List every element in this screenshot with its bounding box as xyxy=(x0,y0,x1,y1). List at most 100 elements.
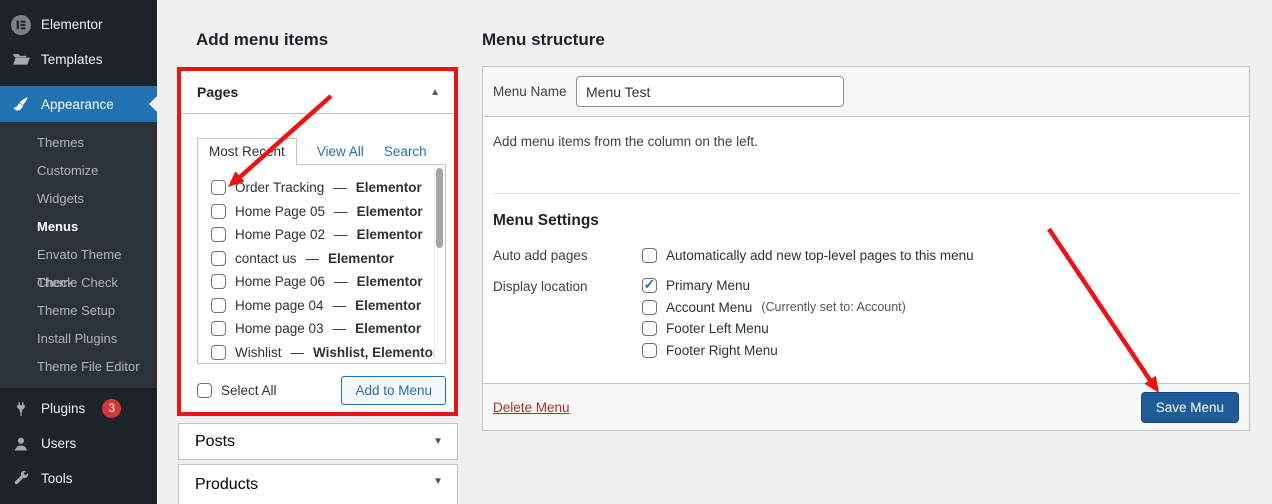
sidebar-item-elementor[interactable]: Elementor xyxy=(0,7,157,42)
add-menu-items-title: Add menu items xyxy=(196,30,328,50)
appearance-submenu-item[interactable]: Customize xyxy=(0,157,157,185)
sidebar-item-label: Templates xyxy=(41,52,103,67)
page-checkbox[interactable] xyxy=(211,251,226,266)
location-footer-left-menu: Footer Left Menu xyxy=(642,321,906,336)
location-label: Account Menu xyxy=(666,300,752,315)
pages-panel-title: Pages xyxy=(197,84,238,100)
users-person-icon xyxy=(11,434,31,454)
page-list-item: Home Page 02 — Elementor xyxy=(198,223,445,247)
account-menu-checkbox[interactable] xyxy=(642,300,657,315)
sidebar-item-label: Elementor xyxy=(41,17,103,32)
page-checkbox[interactable] xyxy=(211,180,226,195)
page-title: Home page 04 xyxy=(235,298,324,313)
appearance-submenu-item[interactable]: Theme Check xyxy=(0,269,157,297)
page-checkbox[interactable] xyxy=(211,204,226,219)
page-list-item: Wishlist — Wishlist, Elementor xyxy=(198,341,445,365)
tab-view-all[interactable]: View All xyxy=(317,144,364,159)
page-checkbox[interactable] xyxy=(211,345,226,360)
wordpress-menus-screen: Elementor Templates Appearance Themes C xyxy=(0,0,1272,504)
auto-add-pages-checkbox[interactable] xyxy=(642,248,657,263)
page-list-item: Home page 03 — Elementor xyxy=(198,317,445,341)
location-label: Footer Right Menu xyxy=(666,343,778,358)
pages-tabs: Most Recent View All Search xyxy=(197,138,446,164)
section-divider xyxy=(493,193,1239,194)
tab-most-recent[interactable]: Most Recent xyxy=(197,138,297,165)
display-location-row: Display location Primary Menu Account Me… xyxy=(493,278,1249,358)
select-all-checkbox[interactable] xyxy=(197,383,212,398)
location-label: Primary Menu xyxy=(666,278,750,293)
sidebar-item-plugins[interactable]: Plugins 3 xyxy=(0,391,157,426)
page-suffix: Elementor xyxy=(356,180,422,195)
annotation-red-rectangle: Pages ▲ Most Recent View All Search xyxy=(177,67,458,416)
pages-checklist: Order Tracking — Elementor Home Page 05 … xyxy=(197,164,446,364)
menu-structure-title: Menu structure xyxy=(482,30,605,50)
page-checkbox[interactable] xyxy=(211,298,226,313)
products-panel-title: Products xyxy=(195,476,258,494)
page-suffix: Elementor xyxy=(357,204,423,219)
sidebar-item-settings-partial[interactable] xyxy=(0,496,157,504)
auto-add-pages-option-label: Automatically add new top-level pages to… xyxy=(666,248,974,263)
empty-menu-hint: Add menu items from the column on the le… xyxy=(483,117,1249,154)
sidebar-item-appearance[interactable]: Appearance xyxy=(0,86,157,122)
sidebar-item-users[interactable]: Users xyxy=(0,426,157,461)
posts-panel-header[interactable]: Posts ▼ xyxy=(178,423,458,460)
page-title: Home Page 02 xyxy=(235,227,325,242)
page-checkbox[interactable] xyxy=(211,274,226,289)
products-panel-header[interactable]: Products ▼ xyxy=(178,464,458,504)
display-location-list: Primary Menu Account Menu (Currently set… xyxy=(642,278,906,358)
collapse-arrow-icon[interactable]: ▲ xyxy=(430,87,440,98)
location-note: (Currently set to: Account) xyxy=(761,300,906,314)
page-suffix: Wishlist, Elementor xyxy=(313,345,438,360)
delete-menu-link[interactable]: Delete Menu xyxy=(493,400,570,415)
appearance-submenu-item[interactable]: Envato Theme Check xyxy=(0,241,157,269)
sidebar-item-label: Plugins xyxy=(41,401,85,416)
location-label: Footer Left Menu xyxy=(666,321,769,336)
pages-panel-header[interactable]: Pages ▲ xyxy=(181,71,454,114)
page-checkbox[interactable] xyxy=(211,227,226,242)
templates-folder-icon xyxy=(11,50,31,70)
plugins-update-badge: 3 xyxy=(102,399,121,418)
elementor-icon xyxy=(11,15,31,35)
appearance-submenu-item[interactable]: Widgets xyxy=(0,185,157,213)
page-title: Home Page 05 xyxy=(235,204,325,219)
separator: — xyxy=(334,227,348,242)
add-to-menu-button[interactable]: Add to Menu xyxy=(341,376,446,405)
menu-settings-title: Menu Settings xyxy=(493,212,1249,230)
page-list-item: contact us — Elementor xyxy=(198,247,445,271)
appearance-submenu-item[interactable]: Menus xyxy=(0,213,157,241)
tab-search[interactable]: Search xyxy=(384,144,427,159)
appearance-submenu-item[interactable]: Themes xyxy=(0,129,157,157)
separator: — xyxy=(306,251,320,266)
page-title: contact us xyxy=(235,251,297,266)
page-list-item: Home page 04 — Elementor xyxy=(198,294,445,318)
location-primary-menu: Primary Menu xyxy=(642,278,906,293)
page-list-item: Home Page 05 — Elementor xyxy=(198,200,445,224)
page-checkbox[interactable] xyxy=(211,321,226,336)
pages-list-scrollbar[interactable] xyxy=(434,166,444,362)
expand-arrow-icon[interactable]: ▼ xyxy=(433,436,443,447)
separator: — xyxy=(333,321,347,336)
display-location-label: Display location xyxy=(493,278,642,358)
primary-menu-checkbox[interactable] xyxy=(642,278,657,293)
page-suffix: Elementor xyxy=(328,251,394,266)
sidebar-item-templates[interactable]: Templates xyxy=(0,42,157,77)
scrollbar-thumb[interactable] xyxy=(436,168,443,248)
expand-arrow-icon[interactable]: ▼ xyxy=(433,476,443,487)
separator: — xyxy=(333,180,347,195)
sidebar-item-label: Tools xyxy=(41,471,73,486)
sidebar-item-tools[interactable]: Tools xyxy=(0,461,157,496)
footer-right-menu-checkbox[interactable] xyxy=(642,343,657,358)
posts-panel-title: Posts xyxy=(195,433,235,451)
appearance-submenu-item[interactable]: Theme File Editor xyxy=(0,353,157,381)
menu-name-input[interactable] xyxy=(576,76,844,107)
location-footer-right-menu: Footer Right Menu xyxy=(642,343,906,358)
menu-name-label: Menu Name xyxy=(493,84,576,99)
appearance-submenu-item[interactable]: Theme Setup xyxy=(0,297,157,325)
page-suffix: Elementor xyxy=(355,298,421,313)
separator: — xyxy=(291,345,305,360)
appearance-submenu-item[interactable]: Install Plugins xyxy=(0,325,157,353)
save-menu-button[interactable]: Save Menu xyxy=(1141,392,1239,423)
footer-left-menu-checkbox[interactable] xyxy=(642,321,657,336)
page-suffix: Elementor xyxy=(355,321,421,336)
auto-add-pages-row: Auto add pages Automatically add new top… xyxy=(493,247,1249,263)
